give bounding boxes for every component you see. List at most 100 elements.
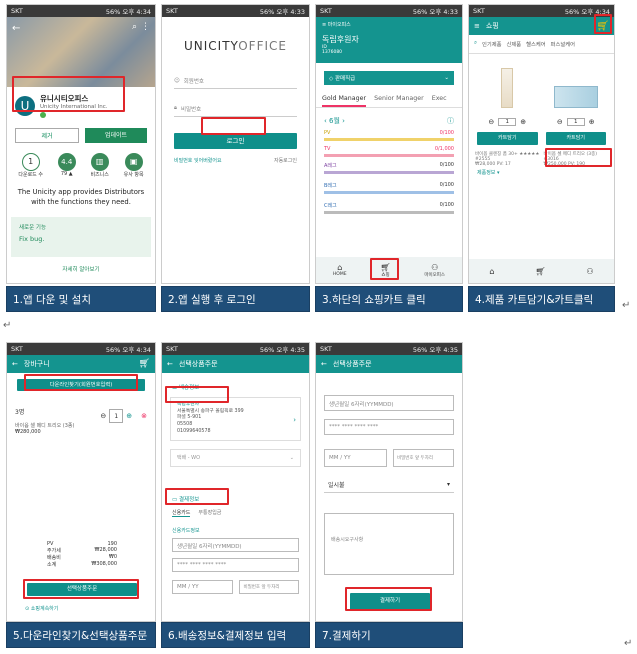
update-button[interactable]: 업데이트 bbox=[85, 128, 147, 143]
chevron-down-icon: ⌄ bbox=[289, 454, 294, 461]
dropdown-icon: ▾ bbox=[446, 481, 450, 488]
unicity-office-logo: UNICITYOFFICE bbox=[184, 39, 287, 53]
highlight-cart-icon bbox=[594, 14, 612, 34]
qty-input[interactable]: 1 bbox=[109, 409, 124, 423]
menu-icon[interactable]: ≡ bbox=[474, 22, 480, 30]
expiry-input[interactable]: MM / YY bbox=[324, 449, 387, 467]
plus-icon[interactable]: ⊕ bbox=[589, 118, 595, 126]
more-link[interactable]: 자세히 알아보기 bbox=[7, 265, 155, 273]
qty-input[interactable]: 1 bbox=[566, 118, 585, 126]
minus-icon[interactable]: ⊖ bbox=[488, 118, 494, 126]
order-header: ← 선택상품주문 bbox=[162, 355, 309, 373]
people-icon[interactable]: ⚇ bbox=[586, 267, 593, 276]
bottom-nav: ⌂ 🛒︎ ⚇ bbox=[469, 259, 614, 283]
cart-header: ← 장바구니 🛒︎ bbox=[7, 355, 155, 373]
whats-new-title: 새로운 기능 bbox=[19, 225, 47, 232]
delivery-memo[interactable]: 배송시요구사항 bbox=[324, 513, 454, 575]
forgot-password-link[interactable]: 비밀번호 잊어버렸어요 bbox=[174, 157, 222, 164]
expiry-input[interactable]: MM / YY bbox=[172, 579, 233, 594]
month-selector[interactable]: ‹ 6월 › bbox=[324, 116, 345, 126]
screen-3: SKT 56% 오후 4:33 ≡ 마이오피스 독립후원자 ID 1376080 … bbox=[315, 4, 463, 284]
similar-icon: ▣ bbox=[124, 153, 143, 171]
highlight-add-to-cart bbox=[545, 148, 612, 167]
step-caption-7: 7.결제하기 bbox=[315, 622, 463, 648]
tab-exec[interactable]: Exec bbox=[432, 95, 447, 107]
install-badge-icon bbox=[40, 112, 46, 118]
delivery-select[interactable]: 택배 - WO ⌄ bbox=[170, 448, 301, 467]
return-mark-icon: ↵ bbox=[3, 320, 12, 331]
back-icon[interactable]: ← bbox=[12, 360, 18, 368]
plus-icon[interactable]: ⊕ bbox=[126, 412, 132, 420]
step-caption-5: 5.다운라인찾기&선택상품주문 bbox=[6, 622, 156, 648]
info-icon[interactable]: ⓘ bbox=[447, 116, 454, 126]
business-stat: ▥ 비즈니스 bbox=[90, 153, 109, 178]
highlight-shipping-info bbox=[165, 386, 229, 403]
app-description: The Unicity app provides Distributors wi… bbox=[17, 188, 145, 206]
member-id-input[interactable]: ☺ 회원번호 bbox=[174, 73, 297, 89]
cart-icon[interactable]: 🛒︎ bbox=[139, 359, 150, 369]
minus-icon[interactable]: ⊖ bbox=[100, 412, 106, 420]
return-mark-icon: ↵ bbox=[624, 638, 633, 649]
dob-input[interactable]: 생년월일 6자리(YYMMDD) bbox=[172, 537, 299, 552]
screen-7: SKT 56% 오후 4:35 ← 선택상품주문 생년월일 6자리(YYMMDD) … bbox=[315, 342, 463, 622]
password-input[interactable]: 🔒︎ 비밀번호 bbox=[174, 101, 297, 117]
card-password-input[interactable]: 비밀번호 앞 두자리 bbox=[393, 449, 454, 467]
product-info-link[interactable]: 제품정보 ▾ bbox=[469, 167, 614, 178]
tab-gold-manager[interactable]: Gold Manager bbox=[322, 95, 367, 107]
nav-home[interactable]: ⌂ HOME bbox=[333, 263, 347, 277]
member-title: 독립후원자 bbox=[322, 35, 359, 44]
address-card[interactable]: 독립후원자 서울특별시 송파구 올림픽로 399 파셜 5-901 05508 … bbox=[170, 397, 301, 441]
installment-select[interactable]: 일시불 ▾ bbox=[324, 477, 454, 493]
category-personal[interactable]: 퍼스널케어 bbox=[551, 40, 575, 48]
product-image bbox=[501, 68, 514, 108]
card-number-input[interactable]: **** **** **** **** bbox=[324, 419, 454, 435]
uninstall-button[interactable]: 제거 bbox=[15, 128, 79, 143]
search-icon[interactable]: ⌕ bbox=[132, 22, 137, 32]
tab-senior-manager[interactable]: Senior Manager bbox=[374, 95, 424, 107]
downloads-stat: 1 다운로드 수 bbox=[18, 153, 43, 178]
highlight-cart-nav bbox=[370, 258, 399, 280]
status-bar: SKT 56% 오후 4:34 bbox=[469, 5, 614, 17]
auto-login-toggle[interactable]: 자동로그인 bbox=[274, 157, 297, 164]
screen-4: SKT 56% 오후 4:34 ≡ 쇼핑 🛒︎ ⌕ 인기제품 신제품 헬스케어 퍼스널… bbox=[468, 4, 615, 284]
status-bar: SKT 56% 오후 4:35 bbox=[162, 343, 309, 355]
rating-stat: 4.4 79 ▲ bbox=[57, 153, 76, 178]
back-icon[interactable]: ← bbox=[167, 360, 173, 368]
step-caption-3: 3.하단의 쇼핑카트 클릭 bbox=[315, 286, 463, 312]
add-to-cart-button[interactable]: 카트담기 bbox=[477, 132, 538, 145]
order-header: ← 선택상품주문 bbox=[316, 355, 462, 373]
card-password-input[interactable]: 비밀번호 앞 두자리 bbox=[238, 579, 299, 594]
plus-icon[interactable]: ⊕ bbox=[520, 118, 526, 126]
nav-myoffice[interactable]: ⚇ 마이오피스 bbox=[424, 263, 445, 278]
highlight-pay-button bbox=[345, 587, 432, 611]
step-caption-6: 6.배송정보&결제정보 입력 bbox=[161, 622, 310, 648]
back-icon[interactable]: ← bbox=[321, 360, 327, 368]
minus-icon[interactable]: ⊖ bbox=[557, 118, 563, 126]
rank-dropdown[interactable]: ◇ 판매직급 ⌄ bbox=[324, 71, 454, 85]
status-bar: SKT 56% 오후 4:33 bbox=[316, 5, 462, 17]
highlight-app-name bbox=[12, 76, 125, 112]
qty-input[interactable]: 1 bbox=[498, 118, 517, 126]
credit-card-tab[interactable]: 신용카드 bbox=[172, 509, 191, 517]
card-number-input[interactable]: **** **** **** **** bbox=[172, 557, 299, 572]
category-popular[interactable]: 인기제품 bbox=[482, 40, 502, 48]
cart-icon[interactable]: 🛒︎ bbox=[535, 267, 545, 276]
status-bar: SKT 56% 오후 4:34 bbox=[7, 5, 155, 17]
category-health[interactable]: 헬스케어 bbox=[526, 40, 546, 48]
dob-input[interactable]: 생년월일 6자리(YYMMDD) bbox=[324, 395, 454, 411]
highlight-find-downline bbox=[24, 374, 138, 391]
screen-6: SKT 56% 오후 4:35 ← 선택상품주문 ▬ 배송정보 독립후원자 서울특별… bbox=[161, 342, 310, 622]
remove-icon[interactable]: ⊗ bbox=[141, 412, 147, 420]
login-button[interactable]: 로그인 bbox=[174, 133, 297, 149]
continue-shopping-link[interactable]: ⊙ 쇼핑계속하기 bbox=[25, 605, 58, 612]
search-icon[interactable]: ⌕ bbox=[474, 40, 477, 48]
shop-header: ≡ 쇼핑 🛒︎ bbox=[469, 17, 614, 35]
back-icon[interactable]: ← bbox=[12, 23, 20, 34]
add-to-cart-button[interactable]: 카트담기 bbox=[545, 132, 606, 145]
user-icon: ☺ bbox=[174, 77, 180, 84]
step-caption-1: 1.앱 다운 및 설치 bbox=[6, 286, 156, 312]
more-icon[interactable]: ⋮ bbox=[141, 22, 150, 32]
home-icon[interactable]: ⌂ bbox=[489, 267, 494, 276]
category-new[interactable]: 신제품 bbox=[506, 40, 521, 48]
bank-transfer-tab[interactable]: 무통장입금 bbox=[198, 509, 221, 517]
